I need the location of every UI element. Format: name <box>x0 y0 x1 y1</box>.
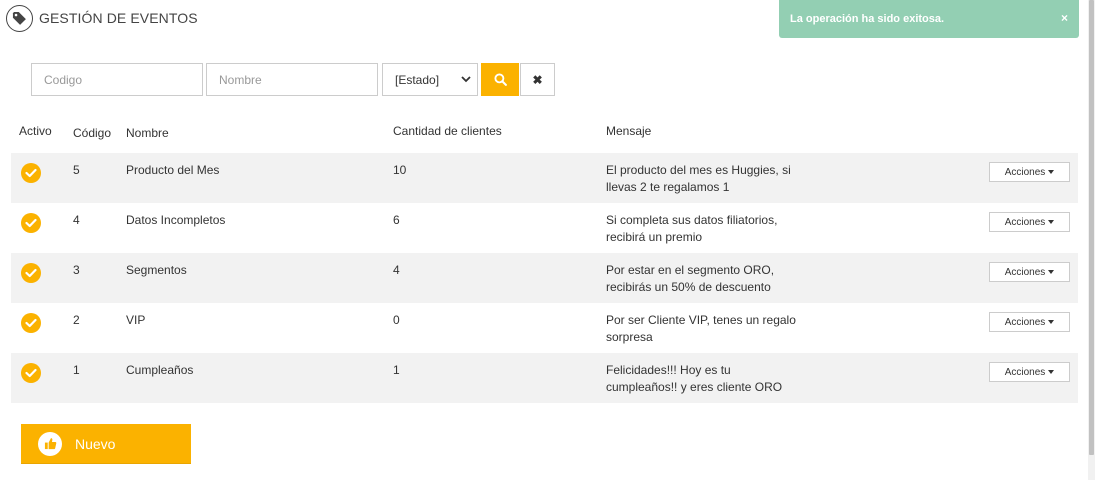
acciones-label: Acciones <box>1004 216 1046 228</box>
acciones-dropdown-button[interactable]: Acciones <box>989 362 1070 382</box>
nuevo-button[interactable]: Nuevo <box>21 424 191 464</box>
acciones-dropdown-button[interactable]: Acciones <box>989 212 1070 232</box>
cell-nombre: Cumpleaños <box>126 363 194 377</box>
check-circle-icon <box>21 213 41 233</box>
scrollbar-thumb[interactable] <box>1089 0 1094 455</box>
estado-selected-value: [Estado] <box>395 72 440 87</box>
acciones-label: Acciones <box>1004 316 1046 328</box>
mensaje-line: recibirás un 50% de descuento <box>606 280 771 294</box>
mensaje-line: Felicidades!!! Hoy es tu <box>606 363 731 377</box>
column-header-activo: Activo <box>19 124 52 138</box>
caret-down-icon <box>1048 320 1055 324</box>
acciones-label: Acciones <box>1004 166 1046 178</box>
check-circle-icon <box>21 313 41 333</box>
cell-codigo: 5 <box>73 163 80 177</box>
mensaje-line: Si completa sus datos filiatorios, <box>606 213 778 227</box>
cell-codigo: 4 <box>73 213 80 227</box>
cell-codigo: 1 <box>73 363 80 377</box>
page-title: GESTIÓN DE EVENTOS <box>39 10 198 26</box>
check-circle-icon <box>21 263 41 283</box>
filter-bar: [Estado] ✖ <box>31 63 555 96</box>
table-row: 3 Segmentos 4 Por estar en el segmento O… <box>11 253 1078 303</box>
column-header-nombre: Nombre <box>126 126 169 140</box>
search-button[interactable] <box>481 63 519 96</box>
cell-cantidad: 0 <box>393 313 400 327</box>
cell-mensaje: Felicidades!!! Hoy es tu cumpleaños!! y … <box>606 362 782 396</box>
acciones-dropdown-button[interactable]: Acciones <box>989 162 1070 182</box>
mensaje-line: El producto del mes es Huggies, si <box>606 163 791 177</box>
page-scrollbar[interactable] <box>1088 0 1095 480</box>
cell-nombre: Segmentos <box>126 263 187 277</box>
codigo-input[interactable] <box>31 63 203 96</box>
cell-cantidad: 6 <box>393 213 400 227</box>
page-header: GESTIÓN DE EVENTOS <box>6 4 198 32</box>
nuevo-label: Nuevo <box>75 435 116 452</box>
success-toast: La operación ha sido exitosa. × <box>779 0 1079 38</box>
cell-nombre: Datos Incompletos <box>126 213 226 227</box>
cell-nombre: VIP <box>126 313 146 327</box>
chevron-down-icon <box>461 76 471 83</box>
toast-message: La operación ha sido exitosa. <box>790 13 945 25</box>
caret-down-icon <box>1048 370 1055 374</box>
cell-codigo: 3 <box>73 263 80 277</box>
mensaje-line: cumpleaños!! y eres cliente ORO <box>606 380 783 394</box>
column-header-mensaje: Mensaje <box>606 124 652 138</box>
caret-down-icon <box>1048 270 1055 274</box>
cell-mensaje: Por estar en el segmento ORO, recibirás … <box>606 262 774 296</box>
column-header-codigo: Código <box>73 126 112 140</box>
mensaje-line: llevas 2 te regalamos 1 <box>606 180 730 194</box>
cell-codigo: 2 <box>73 313 80 327</box>
acciones-label: Acciones <box>1004 366 1046 378</box>
cell-mensaje: Si completa sus datos filiatorios, recib… <box>606 212 777 246</box>
check-circle-icon <box>21 163 41 183</box>
cell-cantidad: 10 <box>393 163 407 177</box>
column-header-cantidad: Cantidad de clientes <box>393 124 502 138</box>
caret-down-icon <box>1048 170 1055 174</box>
tag-icon <box>6 4 33 32</box>
cell-cantidad: 4 <box>393 263 400 277</box>
search-icon <box>493 73 507 86</box>
toast-close-button[interactable]: × <box>1061 11 1068 25</box>
check-circle-icon <box>21 363 41 383</box>
acciones-dropdown-button[interactable]: Acciones <box>989 312 1070 332</box>
cell-nombre: Producto del Mes <box>126 163 220 177</box>
acciones-dropdown-button[interactable]: Acciones <box>989 262 1070 282</box>
cell-cantidad: 1 <box>393 363 400 377</box>
mensaje-line: Por estar en el segmento ORO, <box>606 263 775 277</box>
mensaje-line: sorpresa <box>606 330 653 344</box>
events-table: 5 Producto del Mes 10 El producto del me… <box>11 153 1078 403</box>
mensaje-line: recibirá un premio <box>606 230 703 244</box>
nombre-input[interactable] <box>206 63 378 96</box>
caret-down-icon <box>1048 220 1055 224</box>
clear-filters-button[interactable]: ✖ <box>520 63 555 96</box>
cell-mensaje: El producto del mes es Huggies, si lleva… <box>606 162 791 196</box>
mensaje-line: Por ser Cliente VIP, tenes un regalo <box>606 313 796 327</box>
table-row: 4 Datos Incompletos 6 Si completa sus da… <box>11 203 1078 253</box>
table-header: Activo Código Nombre Cantidad de cliente… <box>11 124 1078 144</box>
table-row: 1 Cumpleaños 1 Felicidades!!! Hoy es tu … <box>11 353 1078 403</box>
acciones-label: Acciones <box>1004 266 1046 278</box>
cell-mensaje: Por ser Cliente VIP, tenes un regalo sor… <box>606 312 796 346</box>
thumbs-up-icon <box>38 431 62 456</box>
table-row: 2 VIP 0 Por ser Cliente VIP, tenes un re… <box>11 303 1078 353</box>
estado-select[interactable]: [Estado] <box>382 63 478 96</box>
table-row: 5 Producto del Mes 10 El producto del me… <box>11 153 1078 203</box>
